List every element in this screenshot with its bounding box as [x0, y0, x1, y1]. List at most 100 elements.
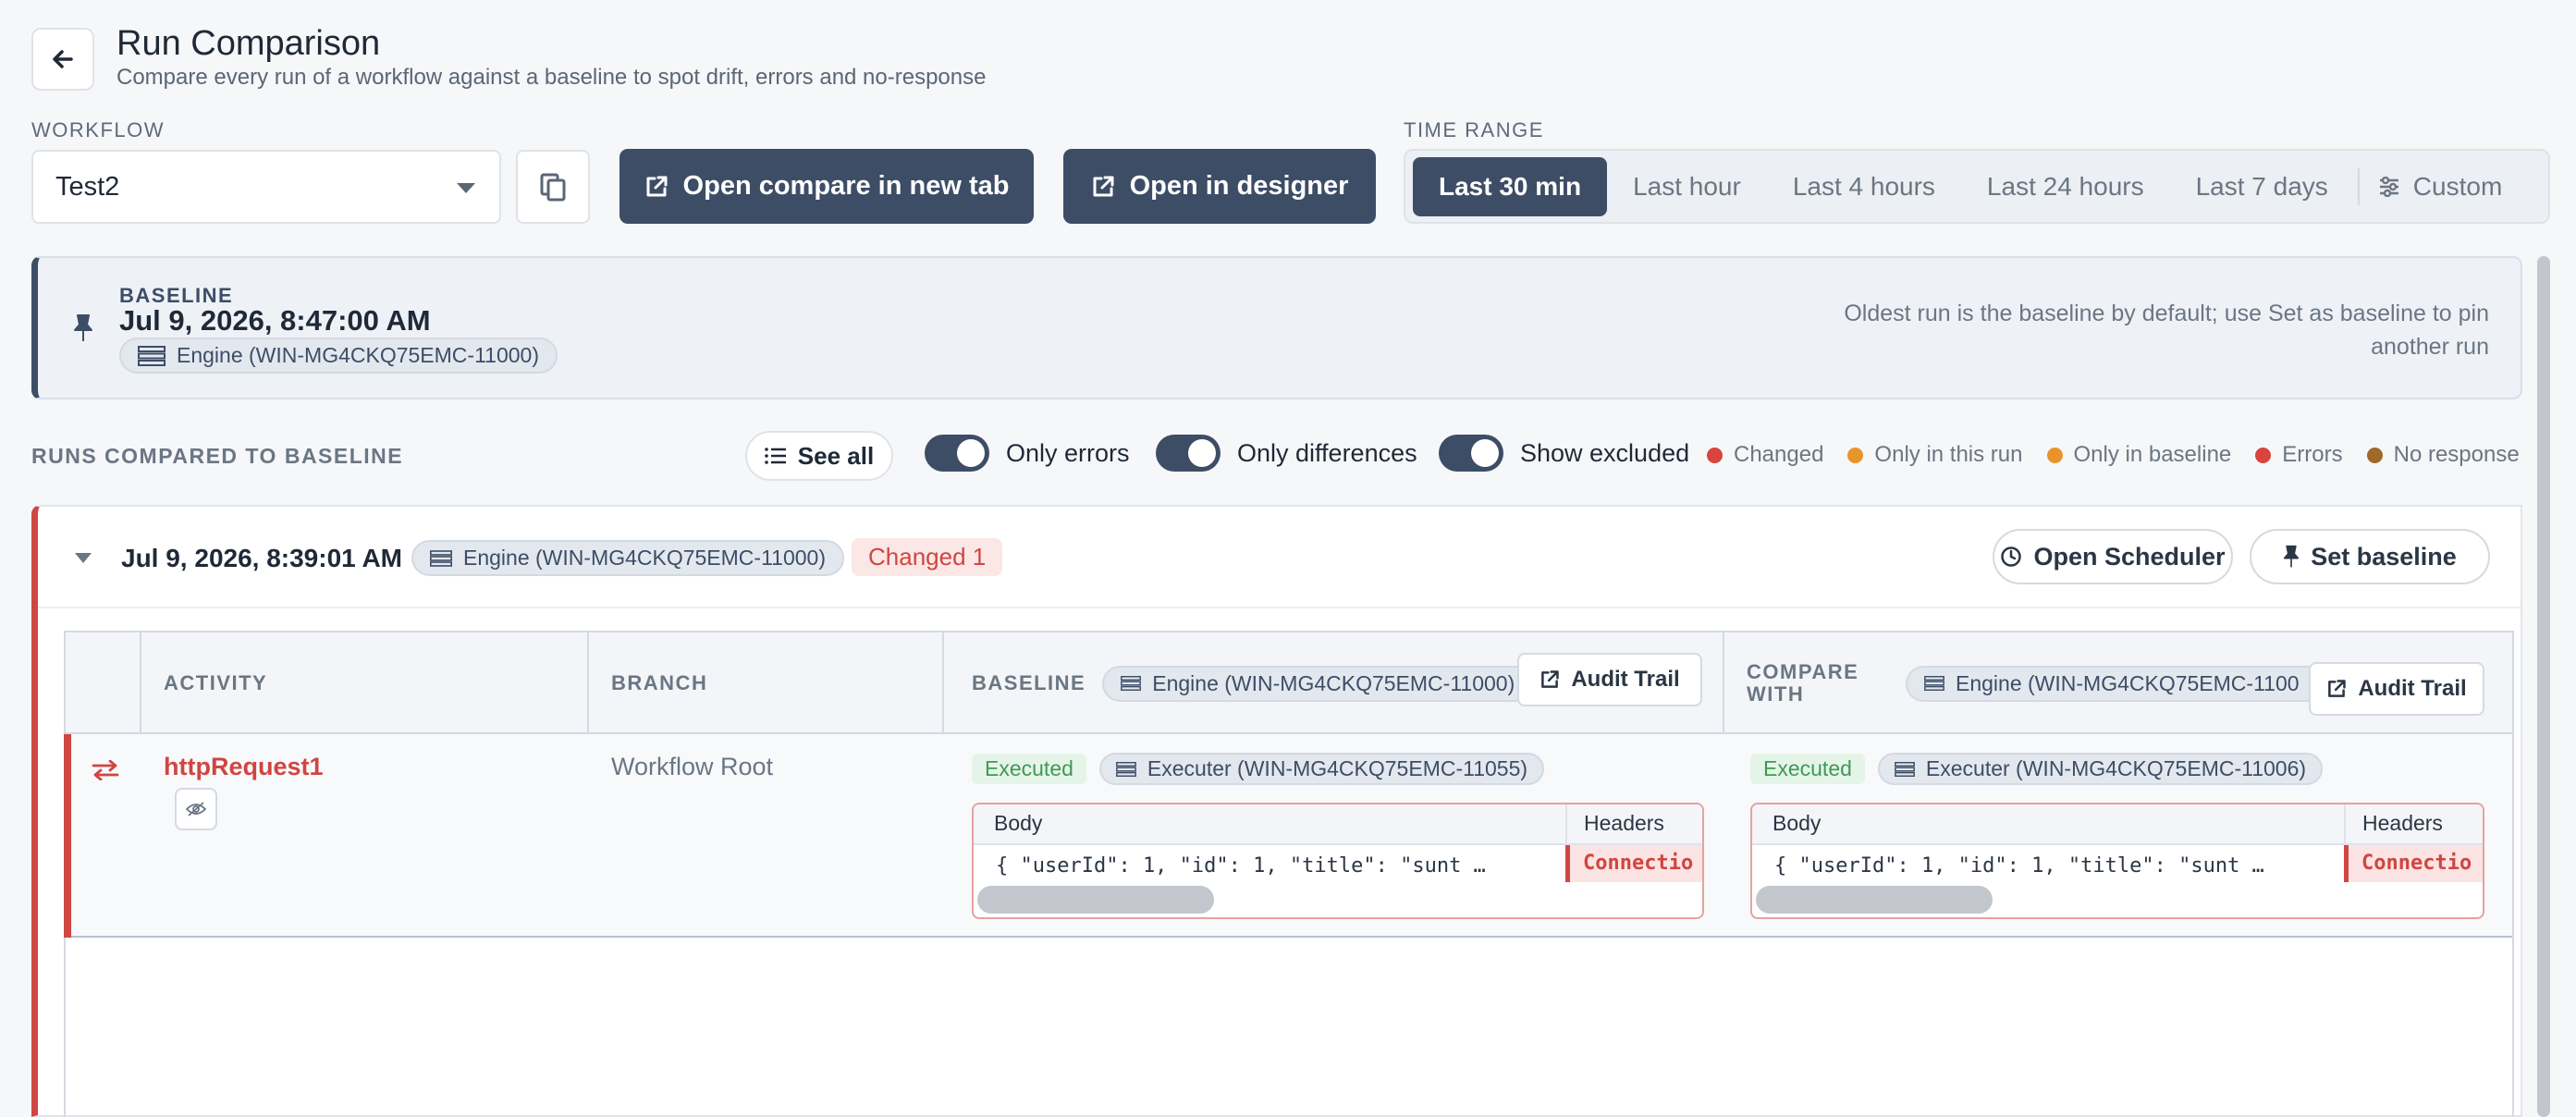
- baseline-engine-text: Engine (WIN-MG4CKQ75EMC-11000): [177, 343, 539, 367]
- compare-engine-chip: Engine (WIN-MG4CKQ75EMC-1100: [1906, 665, 2316, 702]
- toggle-switch[interactable]: [925, 435, 989, 472]
- compare-status-row: Executed Executer (WIN-MG4CKQ75EMC-11006…: [1750, 753, 2324, 785]
- server-icon: [138, 345, 166, 366]
- baseline-audit-trail-button[interactable]: Audit Trail: [1517, 653, 1702, 706]
- server-icon: [1924, 676, 1944, 691]
- time-option-7days[interactable]: Last 7 days: [2170, 157, 2354, 216]
- time-option-30min[interactable]: Last 30 min: [1413, 156, 1608, 216]
- workflow-label: WORKFLOW: [31, 118, 165, 141]
- col-baseline-label: BASELINE: [972, 671, 1086, 694]
- arrow-left-icon: [53, 50, 73, 68]
- only-differences-label: Only differences: [1237, 438, 1417, 467]
- time-option-hour[interactable]: Last hour: [1607, 157, 1767, 216]
- workflow-select[interactable]: Test2: [31, 150, 501, 224]
- swap-arrows-icon: [92, 760, 119, 780]
- legend: Changed Only in this run Only in baselin…: [1707, 442, 2520, 468]
- legend-dot: [1707, 447, 1723, 463]
- run-card: Jul 9, 2026, 8:39:01 AM Engine (WIN-MG4C…: [31, 505, 2522, 1117]
- external-link-icon: [2328, 680, 2347, 697]
- clock-icon: [2001, 546, 2022, 567]
- baseline-panel: BASELINE Jul 9, 2026, 8:47:00 AM Engine …: [31, 256, 2522, 399]
- col-compare-engine: Engine (WIN-MG4CKQ75EMC-1100: [1906, 632, 2316, 734]
- time-option-custom[interactable]: Custom: [2363, 157, 2528, 216]
- page-title: Run Comparison: [117, 24, 381, 63]
- copy-button[interactable]: [516, 150, 590, 224]
- legend-only-in-run: Only in this run: [1847, 442, 2023, 468]
- time-range-label: TIME RANGE: [1404, 118, 1544, 141]
- divider: [38, 607, 2521, 608]
- server-icon: [1894, 761, 1915, 777]
- col-activity: ACTIVITY: [164, 671, 268, 694]
- legend-label: Changed: [1734, 442, 1824, 467]
- branch-name: Workflow Root: [611, 753, 774, 780]
- compare-engine-text: Engine (WIN-MG4CKQ75EMC-1100: [1956, 670, 2300, 695]
- headers-header: Headers: [1584, 811, 1664, 835]
- baseline-status-row: Executed Executer (WIN-MG4CKQ75EMC-11055…: [972, 753, 1545, 785]
- see-all-label: See all: [797, 441, 875, 470]
- baseline-executer-chip: Executer (WIN-MG4CKQ75EMC-11055): [1098, 753, 1545, 785]
- server-icon: [430, 549, 452, 567]
- open-designer-button[interactable]: Open in designer: [1063, 149, 1376, 224]
- baseline-body-value: { "userId": 1, "id": 1, "title": "sunt …: [996, 854, 1486, 878]
- col-compare: COMPARE WITH: [1747, 660, 1859, 706]
- open-compare-label: Open compare in new tab: [682, 171, 1010, 201]
- time-option-4hours[interactable]: Last 4 hours: [1767, 157, 1961, 216]
- toggle-switch[interactable]: [1439, 435, 1503, 472]
- page-subtitle: Compare every run of a workflow against …: [117, 65, 987, 90]
- compare-audit-trail-button[interactable]: Audit Trail: [2309, 662, 2484, 716]
- time-range-group: Last 30 min Last hour Last 4 hours Last …: [1404, 149, 2550, 224]
- exclude-toggle-button[interactable]: [175, 788, 217, 830]
- legend-no-response: No response: [2366, 442, 2520, 468]
- open-scheduler-button[interactable]: Open Scheduler: [1993, 529, 2233, 584]
- audit-trail-label: Audit Trail: [1571, 667, 1680, 692]
- external-link-icon: [646, 176, 668, 196]
- legend-dot: [2255, 447, 2272, 463]
- table-row[interactable]: httpRequest1 Workflow Root Executed Exec…: [66, 734, 2512, 938]
- pin-icon: [2284, 545, 2300, 568]
- external-link-icon: [1093, 176, 1114, 196]
- set-baseline-button[interactable]: Set baseline: [2250, 529, 2490, 584]
- toggle-switch[interactable]: [1156, 435, 1221, 472]
- body-header: Body: [1773, 811, 1822, 835]
- compare-executer-text: Executer (WIN-MG4CKQ75EMC-11006): [1925, 756, 2307, 780]
- horizontal-scrollbar[interactable]: [977, 886, 1214, 914]
- chevron-down-icon[interactable]: [75, 553, 92, 563]
- show-excluded-toggle[interactable]: Show excluded: [1439, 435, 1689, 472]
- compare-body-value: { "userId": 1, "id": 1, "title": "sunt …: [1774, 854, 2264, 878]
- list-icon: [764, 448, 786, 464]
- legend-label: Errors: [2282, 442, 2343, 467]
- back-button[interactable]: [31, 28, 94, 91]
- runs-label: RUNS COMPARED TO BASELINE: [31, 444, 404, 468]
- page-scrollbar[interactable]: [2537, 256, 2550, 1117]
- comparison-table: ACTIVITY BRANCH BASELINE Engine (WIN-MG4…: [64, 631, 2514, 1117]
- horizontal-scrollbar[interactable]: [1756, 886, 1993, 914]
- open-compare-button[interactable]: Open compare in new tab: [619, 149, 1034, 224]
- changed-row-marker: [64, 734, 71, 938]
- legend-dot: [1847, 447, 1864, 463]
- only-errors-toggle[interactable]: Only errors: [925, 435, 1130, 472]
- legend-label: No response: [2393, 442, 2520, 467]
- table-header: ACTIVITY BRANCH BASELINE Engine (WIN-MG4…: [66, 632, 2512, 734]
- time-separator: [2357, 167, 2360, 205]
- legend-dot: [2046, 447, 2063, 463]
- time-option-24hours[interactable]: Last 24 hours: [1961, 157, 2170, 216]
- baseline-response-table[interactable]: Body Headers { "userId": 1, "id": 1, "ti…: [972, 803, 1704, 919]
- baseline-note: Oldest run is the baseline by default; u…: [1844, 301, 2489, 360]
- run-engine-text: Engine (WIN-MG4CKQ75EMC-11000): [463, 546, 826, 570]
- pin-icon: [74, 314, 92, 341]
- col-baseline: BASELINE Engine (WIN-MG4CKQ75EMC-11000): [972, 632, 1534, 734]
- activity-name[interactable]: httpRequest1: [164, 753, 324, 781]
- baseline-executer-text: Executer (WIN-MG4CKQ75EMC-11055): [1147, 756, 1528, 780]
- only-errors-label: Only errors: [1006, 438, 1130, 467]
- baseline-engine-text: Engine (WIN-MG4CKQ75EMC-11000): [1152, 670, 1515, 695]
- see-all-button[interactable]: See all: [745, 431, 893, 481]
- compare-headers-value: Connectio: [2344, 845, 2483, 882]
- server-icon: [1121, 676, 1142, 691]
- baseline-date: Jul 9, 2026, 8:47:00 AM: [119, 304, 431, 337]
- legend-label: Only in this run: [1874, 442, 2023, 467]
- only-differences-toggle[interactable]: Only differences: [1156, 435, 1417, 472]
- legend-changed: Changed: [1707, 442, 1823, 468]
- set-baseline-label: Set baseline: [2311, 542, 2457, 571]
- compare-response-table[interactable]: Body Headers { "userId": 1, "id": 1, "ti…: [1750, 803, 2484, 919]
- audit-trail-label: Audit Trail: [2358, 676, 2467, 701]
